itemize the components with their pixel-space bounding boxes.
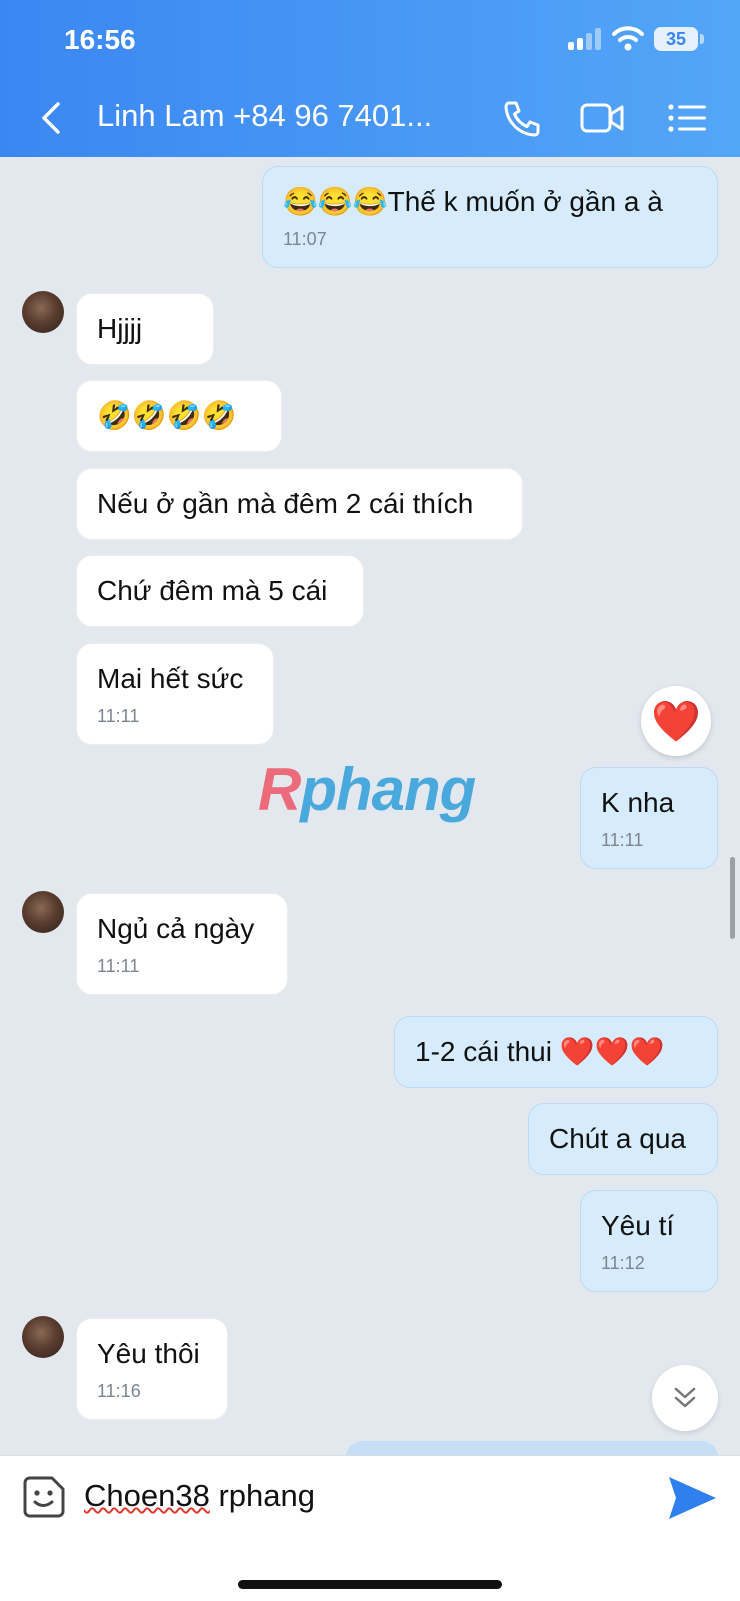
message-time: 11:11 — [97, 956, 140, 976]
heart-reaction-icon[interactable]: ❤️ — [641, 686, 711, 756]
chat-header: 16:56 35 Linh Lam +84 96 7401... — [0, 0, 740, 157]
message-bubble-outgoing[interactable]: 1-2 cái thui ❤️❤️❤️ — [394, 1016, 718, 1088]
message-bubble-outgoing[interactable]: 😂😂😂Thế k muốn ở gần a à 11:07 — [262, 166, 718, 268]
send-icon[interactable] — [666, 1474, 718, 1522]
message-bubble-outgoing[interactable]: K nha 11:11 — [580, 767, 718, 869]
wifi-icon — [612, 26, 644, 51]
phone-icon[interactable] — [500, 98, 544, 138]
message-time: 11:11 — [601, 830, 644, 850]
avatar[interactable] — [22, 1316, 64, 1358]
input-text-rest: rphang — [209, 1478, 315, 1513]
message-bubble-incoming[interactable]: Mai hết sức 11:11 — [76, 643, 274, 745]
back-icon[interactable] — [36, 98, 68, 138]
scroll-down-icon[interactable] — [652, 1365, 718, 1431]
message-bubble-outgoing[interactable]: Yêu tí 11:12 — [580, 1190, 718, 1292]
watermark-logo: Rphang — [258, 756, 476, 823]
message-bubble-incoming[interactable]: 🤣🤣🤣🤣 — [76, 380, 282, 452]
message-text: Chút a qua — [549, 1123, 686, 1154]
contact-title[interactable]: Linh Lam +84 96 7401... — [97, 98, 432, 134]
message-text: Ngủ cả ngày — [97, 913, 255, 944]
message-bubble-partial[interactable] — [346, 1441, 718, 1455]
home-indicator — [238, 1580, 502, 1589]
menu-icon[interactable] — [666, 98, 710, 138]
message-text: Hjjjj — [97, 313, 143, 344]
video-icon[interactable] — [580, 98, 624, 138]
message-bubble-outgoing[interactable]: Chút a qua — [528, 1103, 718, 1175]
battery-tip — [700, 34, 704, 44]
signal-icon — [568, 28, 604, 50]
message-time: 11:11 — [97, 706, 140, 726]
message-text: Yêu thôi — [97, 1338, 200, 1369]
message-bubble-incoming[interactable]: Ngủ cả ngày 11:11 — [76, 893, 288, 995]
message-text: 🤣🤣🤣🤣 — [97, 400, 237, 431]
message-text: Chứ đêm mà 5 cái — [97, 575, 328, 606]
message-text: K nha — [601, 787, 675, 818]
message-time: 11:16 — [97, 1381, 141, 1401]
message-bubble-incoming[interactable]: Yêu thôi 11:16 — [76, 1318, 228, 1420]
message-text: 😂😂😂Thế k muốn ở gần a à — [283, 186, 663, 217]
battery-icon: 35 — [654, 27, 698, 51]
avatar[interactable] — [22, 291, 64, 333]
message-text: 1-2 cái thui ❤️❤️❤️ — [415, 1036, 665, 1067]
message-list[interactable]: 😂😂😂Thế k muốn ở gần a à 11:07 Hjjjj 🤣🤣🤣🤣… — [0, 157, 740, 1455]
avatar[interactable] — [22, 891, 64, 933]
input-misspelled-word: Choen38 — [84, 1478, 210, 1513]
message-text: Nếu ở gần mà đêm 2 cái thích — [97, 488, 474, 519]
message-text: Yêu tí — [601, 1210, 675, 1241]
sticker-icon[interactable] — [22, 1475, 66, 1519]
message-time: 11:12 — [601, 1253, 645, 1273]
scrollbar-thumb[interactable] — [730, 857, 735, 939]
message-input[interactable]: Choen38 rphang — [84, 1478, 315, 1514]
message-bubble-incoming[interactable]: Hjjjj — [76, 293, 214, 365]
message-bubble-incoming[interactable]: Nếu ở gần mà đêm 2 cái thích — [76, 468, 523, 540]
message-time: 11:07 — [283, 229, 327, 249]
message-bubble-incoming[interactable]: Chứ đêm mà 5 cái — [76, 555, 364, 627]
status-time: 16:56 — [64, 24, 136, 55]
message-text: Mai hết sức — [97, 663, 244, 694]
